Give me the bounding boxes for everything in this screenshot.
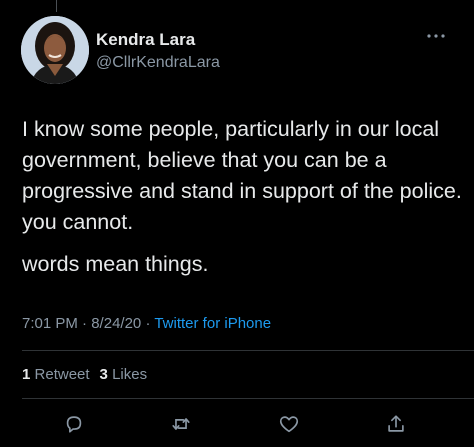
more-dots-icon [427, 34, 445, 38]
retweet-button[interactable] [165, 408, 197, 440]
profile-photo-icon [21, 16, 89, 84]
user-handle[interactable]: @CllrKendraLara [96, 54, 220, 72]
divider [22, 350, 474, 351]
like-button[interactable] [273, 408, 305, 440]
tweet-body: I know some people, particularly in our … [22, 114, 462, 280]
meta-separator: · [145, 315, 151, 332]
tweet-date[interactable]: 8/24/20 [91, 315, 141, 332]
share-upload-icon [388, 415, 404, 432]
retweet-arrows-icon [172, 418, 190, 430]
more-options-button[interactable] [424, 28, 448, 44]
retweets-label: Retweet [34, 366, 90, 383]
thread-connector-line [56, 0, 57, 12]
meta-separator: · [82, 315, 88, 332]
tweet-paragraph: I know some people, particularly in our … [22, 117, 462, 234]
likes-stat[interactable]: 3 Likes [100, 366, 148, 383]
share-button[interactable] [380, 408, 412, 440]
tweet-time[interactable]: 7:01 PM [22, 315, 78, 332]
reply-button[interactable] [58, 408, 90, 440]
retweets-count: 1 [22, 366, 31, 383]
action-bar [0, 408, 474, 440]
retweets-stat[interactable]: 1 Retweet [22, 366, 90, 383]
likes-count: 3 [99, 366, 108, 383]
engagement-stats: 1 Retweet 3 Likes [22, 366, 147, 383]
tweet-metadata: 7:01 PM · 8/24/20 · Twitter for iPhone [22, 315, 271, 332]
tweet-source-link[interactable]: Twitter for iPhone [154, 315, 271, 332]
likes-label: Likes [112, 366, 148, 383]
tweet-paragraph: words mean things. [22, 252, 209, 276]
avatar[interactable] [21, 16, 89, 84]
display-name[interactable]: Kendra Lara [96, 30, 195, 50]
speech-bubble-icon [66, 416, 82, 433]
heart-icon [279, 416, 299, 433]
tweet-card: Kendra Lara @CllrKendraLara I know some … [0, 0, 474, 447]
divider [22, 398, 474, 399]
